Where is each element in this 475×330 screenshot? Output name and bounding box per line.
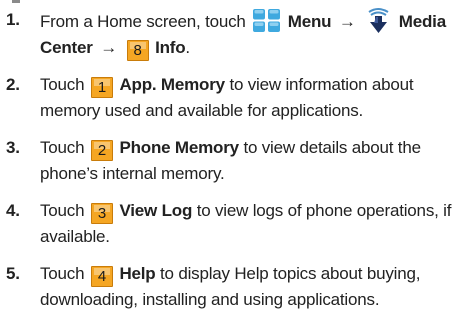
media-label: Media	[398, 12, 446, 31]
key-8-icon: 8	[126, 40, 149, 61]
step-number: 1.	[6, 10, 20, 29]
key-1-icon: 1	[90, 77, 113, 98]
step-number: 5.	[6, 264, 20, 283]
step-text: Touch	[40, 138, 85, 157]
step-2: 2. Touch 1 App. Memory to view informati…	[0, 72, 475, 124]
step-number: 2.	[6, 75, 20, 94]
step-punctuation: .	[185, 38, 190, 57]
center-label: Center	[40, 38, 93, 57]
info-label: Info	[155, 38, 186, 57]
step-text: Touch	[40, 201, 85, 220]
step-1: 1. From a Home screen, touch Menu → Medi…	[0, 7, 475, 61]
page-fragment	[12, 0, 20, 3]
phone-memory-label: Phone Memory	[119, 138, 239, 157]
instruction-steps: 1. From a Home screen, touch Menu → Medi…	[0, 7, 475, 324]
step-text: From a Home screen, touch	[40, 12, 246, 31]
step-text: Touch	[40, 264, 85, 283]
key-4-icon: 4	[90, 266, 113, 287]
key-3-icon: 3	[90, 203, 113, 224]
menu-label: Menu	[287, 12, 332, 31]
step-3: 3. Touch 2 Phone Memory to view details …	[0, 135, 475, 187]
step-number: 4.	[6, 201, 20, 220]
step-number: 3.	[6, 138, 20, 157]
view-log-label: View Log	[119, 201, 193, 220]
arrow-icon: →	[338, 12, 356, 31]
app-memory-label: App. Memory	[119, 75, 225, 94]
key-2-icon: 2	[90, 140, 113, 161]
step-4: 4. Touch 3 View Log to view logs of phon…	[0, 198, 475, 250]
arrow-icon: →	[100, 38, 117, 57]
media-center-download-icon	[368, 8, 389, 33]
menu-grid-icon	[253, 9, 281, 32]
step-text: Touch	[40, 75, 85, 94]
help-label: Help	[119, 264, 156, 283]
step-5: 5. Touch 4 Help to display Help topics a…	[0, 261, 475, 313]
